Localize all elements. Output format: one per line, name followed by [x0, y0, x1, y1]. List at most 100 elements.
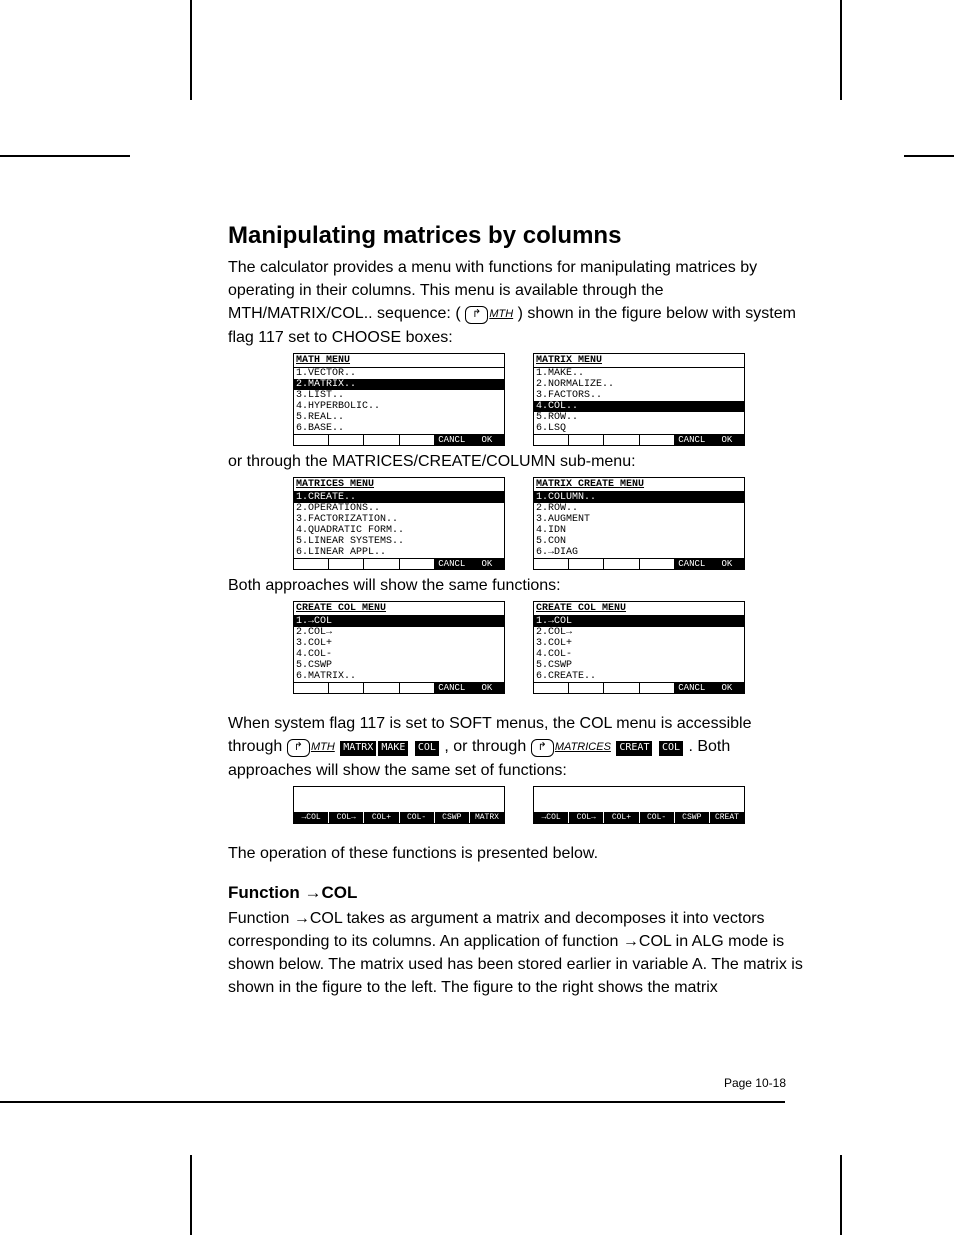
softkey-slot	[294, 683, 329, 693]
lcd-title: MATH MENU	[294, 354, 504, 368]
list-item: 1.VECTOR..	[294, 368, 504, 379]
softkey-slot	[604, 559, 639, 569]
softkey-slot	[329, 683, 364, 693]
list-item: 5.LINEAR SYSTEMS..	[294, 536, 504, 547]
section-heading: Function →COL	[228, 883, 810, 903]
list-item: 1.CREATE..	[294, 492, 504, 503]
lcd-matrices-menu: MATRICES MENU 1.CREATE.. 2.OPERATIONS.. …	[293, 477, 505, 570]
lcd-softkeys: CANCL OK	[294, 434, 504, 445]
lcd-softkeys: →COL COL→ COL+ COL- CSWP MATRX	[294, 812, 504, 823]
lcd-matrix-create-menu: MATRIX CREATE MENU 1.COLUMN.. 2.ROW.. 3.…	[533, 477, 745, 570]
list-item: 5.CON	[534, 536, 744, 547]
lcd-title: MATRIX MENU	[534, 354, 744, 368]
crop-mark	[190, 0, 192, 100]
softkey-cancl: CANCL	[435, 435, 470, 445]
softkey-slot	[604, 435, 639, 445]
softkey-slot	[294, 559, 329, 569]
shift-key-icon: ↱	[531, 739, 554, 757]
softkey-cancl: CANCL	[435, 559, 470, 569]
softkey-slot	[569, 435, 604, 445]
softkey-slot	[604, 683, 639, 693]
screenshot-row-3: CREATE COL MENU 1.→COL 2.COL→ 3.COL+ 4.C…	[228, 601, 810, 694]
text: or through the MATRICES/CREATE/COLUMN su…	[228, 450, 810, 473]
list-item: 3.LIST..	[294, 390, 504, 401]
list-item: 1.MAKE..	[534, 368, 744, 379]
softkey-matrx: MATRX	[340, 741, 376, 756]
softkey-cancl: CANCL	[675, 559, 710, 569]
list-item: 5.ROW..	[534, 412, 744, 423]
softkey-cancl: CANCL	[675, 435, 710, 445]
softkey-slot: COL+	[604, 812, 639, 823]
softkey-slot	[294, 435, 329, 445]
lcd-list: 1.MAKE.. 2.NORMALIZE.. 3.FACTORS.. 4.COL…	[534, 368, 744, 434]
lcd-matrix-menu: MATRIX MENU 1.MAKE.. 2.NORMALIZE.. 3.FAC…	[533, 353, 745, 446]
lcd-list: 1.→COL 2.COL→ 3.COL+ 4.COL- 5.CSWP 6.MAT…	[294, 616, 504, 682]
list-item: 3.FACTORIZATION..	[294, 514, 504, 525]
list-item: 1.COLUMN..	[534, 492, 744, 503]
screenshot-row-2: MATRICES MENU 1.CREATE.. 2.OPERATIONS.. …	[228, 477, 810, 570]
softkey-slot: →COL	[294, 812, 329, 823]
list-item: 3.COL+	[534, 638, 744, 649]
list-item: 4.IDN	[534, 525, 744, 536]
list-item: 6.LSQ	[534, 423, 744, 434]
matrices-key-label: MATRICES	[555, 741, 611, 753]
list-item: 2.COL→	[294, 627, 504, 638]
softkey-slot	[640, 435, 675, 445]
lcd-title: CREATE COL MENU	[534, 602, 744, 616]
mth-key-label: MTH	[489, 308, 513, 320]
softkey-slot: MATRX	[470, 812, 504, 823]
lcd-soft-left: →COL COL→ COL+ COL- CSWP MATRX	[293, 786, 505, 824]
screenshot-row-4: →COL COL→ COL+ COL- CSWP MATRX →COL COL→…	[228, 786, 810, 824]
crop-mark	[190, 1155, 192, 1235]
softkey-slot: COL+	[364, 812, 399, 823]
softkey-ok: OK	[710, 683, 744, 693]
softkey-slot: CSWP	[435, 812, 470, 823]
list-item: 2.ROW..	[534, 503, 744, 514]
lcd-title: MATRIX CREATE MENU	[534, 478, 744, 492]
softkey-slot	[364, 683, 399, 693]
page-body: Manipulating matrices by columns The cal…	[228, 222, 810, 1000]
softkey-creat: CREAT	[616, 741, 652, 756]
shift-key-icon: ↱	[287, 739, 310, 757]
list-item: 6.→DIAG	[534, 547, 744, 558]
softkey-slot: CSWP	[675, 812, 710, 823]
softkey-cancl: CANCL	[435, 683, 470, 693]
lcd-softkeys: CANCL OK	[294, 682, 504, 693]
list-item: 1.→COL	[294, 616, 504, 627]
softkey-ok: OK	[470, 683, 504, 693]
list-item: 4.COL..	[534, 401, 744, 412]
lcd-softkeys: CANCL OK	[534, 434, 744, 445]
page-title: Manipulating matrices by columns	[228, 222, 810, 250]
softkey-slot	[400, 435, 435, 445]
softkey-slot: COL→	[569, 812, 604, 823]
crop-mark	[0, 155, 130, 157]
lcd-list: 1.→COL 2.COL→ 3.COL+ 4.COL- 5.CSWP 6.CRE…	[534, 616, 744, 682]
lcd-title: MATRICES MENU	[294, 478, 504, 492]
lcd-softkeys: CANCL OK	[534, 682, 744, 693]
list-item: 4.COL-	[534, 649, 744, 660]
softkey-cancl: CANCL	[675, 683, 710, 693]
softkey-make: MAKE	[378, 741, 408, 756]
lcd-title: CREATE COL MENU	[294, 602, 504, 616]
softkey-slot	[329, 435, 364, 445]
softkey-slot	[364, 435, 399, 445]
lcd-softkeys: →COL COL→ COL+ COL- CSWP CREAT	[534, 812, 744, 823]
screenshot-row-1: MATH MENU 1.VECTOR.. 2.MATRIX.. 3.LIST..…	[228, 353, 810, 446]
list-item: 4.COL-	[294, 649, 504, 660]
page-footer: Page 10-18	[724, 1076, 786, 1090]
softkey-slot	[400, 559, 435, 569]
softkey-col: COL	[659, 741, 683, 756]
list-item: 5.REAL..	[294, 412, 504, 423]
list-item: 5.CSWP	[294, 660, 504, 671]
list-item: 5.CSWP	[534, 660, 744, 671]
softkey-slot: COL→	[329, 812, 364, 823]
softkey-slot	[640, 559, 675, 569]
lcd-list: 1.VECTOR.. 2.MATRIX.. 3.LIST.. 4.HYPERBO…	[294, 368, 504, 434]
mth-key-label: MTH	[311, 741, 335, 753]
list-item: 3.COL+	[294, 638, 504, 649]
softkey-slot	[569, 559, 604, 569]
softkey-slot	[534, 683, 569, 693]
list-item: 6.MATRIX..	[294, 671, 504, 682]
text: Function →COL takes as argument a matrix…	[228, 907, 810, 1000]
lcd-create-col-menu-right: CREATE COL MENU 1.→COL 2.COL→ 3.COL+ 4.C…	[533, 601, 745, 694]
